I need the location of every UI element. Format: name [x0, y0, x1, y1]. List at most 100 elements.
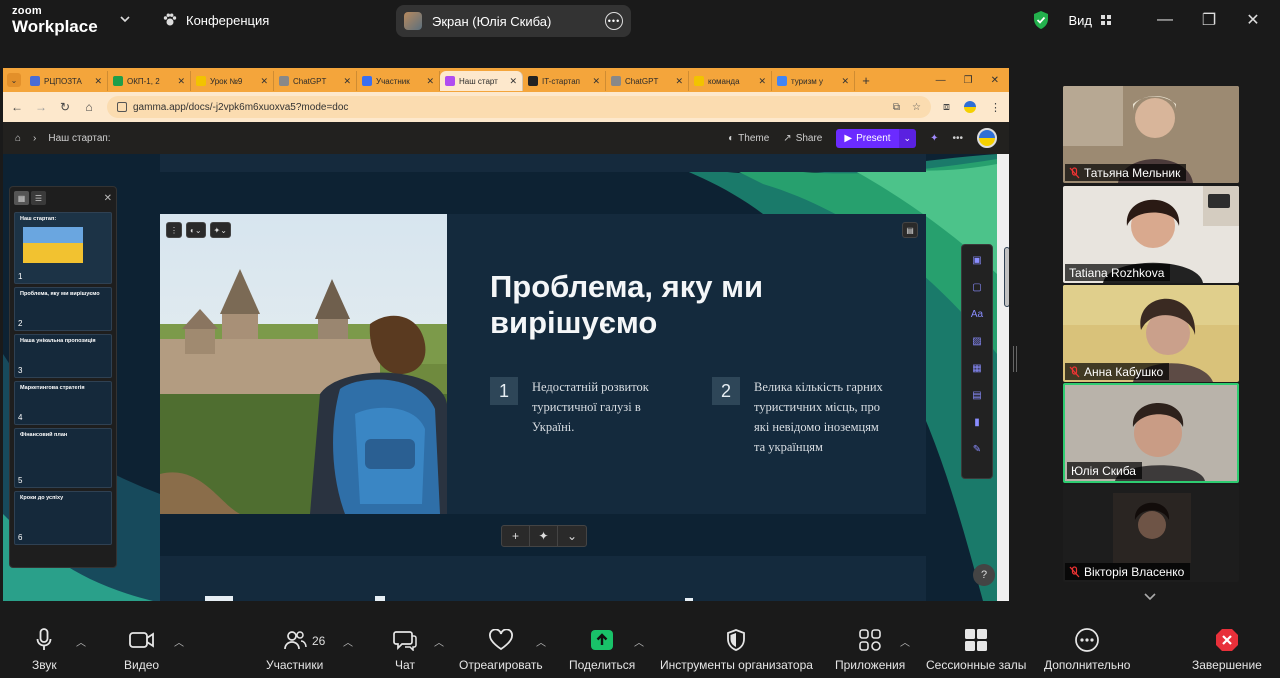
close-tab-icon[interactable]: ✕: [94, 76, 102, 87]
sparkle-icon[interactable]: ✦: [930, 133, 938, 144]
close-tab-icon[interactable]: ✕: [260, 76, 268, 87]
browser-tab[interactable]: РЦПОЗТА ✕: [25, 71, 108, 91]
problem-point[interactable]: 2 Велика кількість гарних туристичних мі…: [712, 377, 890, 457]
site-info-icon[interactable]: [117, 102, 127, 112]
chevron-down-icon[interactable]: [1143, 591, 1157, 603]
participant-tile-active-speaker[interactable]: Юлія Скиба: [1063, 383, 1239, 483]
close-button[interactable]: ✕: [1240, 10, 1266, 30]
browser-tab[interactable]: Наш старт ✕: [440, 71, 523, 91]
bookmark-star-icon[interactable]: ☆: [912, 102, 921, 113]
chat-button[interactable]: Чат: [393, 628, 417, 672]
install-icon[interactable]: ⧉: [893, 102, 900, 113]
home-icon[interactable]: ⌂: [83, 100, 95, 114]
form-icon[interactable]: ✎: [970, 442, 984, 456]
list-view-icon[interactable]: ☰: [31, 191, 46, 205]
close-tab-icon[interactable]: ✕: [675, 76, 683, 87]
close-tab-icon[interactable]: ✕: [841, 76, 849, 87]
scrollbar[interactable]: [997, 154, 1009, 601]
share-options-caret[interactable]: ︿: [634, 634, 644, 649]
participant-tile[interactable]: Tatiana Rozhkova: [1063, 186, 1239, 283]
browser-tab[interactable]: ChatGPT ✕: [606, 71, 689, 91]
restore-button[interactable]: ❐: [1196, 10, 1222, 30]
ai-add-icon[interactable]: ✦: [530, 526, 558, 546]
audio-button[interactable]: Звук: [32, 628, 57, 672]
image-icon[interactable]: ▨: [970, 334, 984, 348]
share-screen-button[interactable]: Поделиться: [569, 628, 635, 672]
close-tab-icon[interactable]: ✕: [426, 76, 434, 87]
close-tab-icon[interactable]: ✕: [758, 76, 766, 87]
apps-options-caret[interactable]: ︿: [900, 634, 910, 649]
url-input[interactable]: gamma.app/docs/-j2vpk6m6xuoxva5?mode=doc…: [107, 96, 931, 118]
ai-edit-icon[interactable]: ✦⌄: [209, 222, 231, 238]
present-dropdown[interactable]: ⌄: [898, 128, 917, 148]
card-layout-icon[interactable]: ▤: [902, 222, 918, 238]
apps-button[interactable]: Приложения: [835, 628, 905, 672]
close-tab-icon[interactable]: ✕: [343, 76, 351, 87]
slide-thumbnail[interactable]: Маркетингова стратегія 4: [14, 381, 112, 425]
meeting-info-button[interactable]: Конференция: [162, 12, 269, 28]
video-options-caret[interactable]: ︿: [174, 634, 184, 649]
tab-search-button[interactable]: ⌄: [3, 68, 25, 92]
embed-icon[interactable]: ▤: [970, 388, 984, 402]
participant-tile[interactable]: Татьяна Мельник: [1063, 86, 1239, 183]
chat-options-caret[interactable]: ︿: [434, 634, 444, 649]
minimize-button[interactable]: —: [936, 75, 946, 86]
host-tools-button[interactable]: Инструменты организатора: [660, 628, 813, 672]
table-icon[interactable]: ▦: [970, 361, 984, 375]
end-meeting-button[interactable]: Завершение: [1192, 628, 1262, 672]
react-options-caret[interactable]: ︿: [536, 634, 546, 649]
browser-menu-icon[interactable]: ⋮: [990, 101, 1001, 114]
chevron-down-icon[interactable]: [118, 12, 132, 26]
forward-icon[interactable]: →: [35, 100, 47, 114]
slide-title[interactable]: Проблема, яку ми вирішуємо: [490, 269, 890, 341]
close-tab-icon[interactable]: ✕: [177, 76, 185, 87]
browser-tab[interactable]: команда ✕: [689, 71, 772, 91]
card-style-icon[interactable]: ◐⌄: [186, 222, 206, 238]
breadcrumb[interactable]: Наш стартап:: [48, 133, 110, 144]
breakout-rooms-button[interactable]: Сессионные залы: [926, 628, 1026, 672]
help-button[interactable]: ?: [973, 564, 995, 586]
slide-card[interactable]: ⋮ ◐⌄ ✦⌄ ▤ Проблема, яку ми вирішуємо 1 Н…: [160, 214, 926, 514]
close-tab-icon[interactable]: ✕: [509, 76, 517, 87]
participants-options-caret[interactable]: ︿: [343, 634, 353, 649]
add-card-icon[interactable]: +: [502, 526, 530, 546]
restore-button[interactable]: ❐: [964, 75, 973, 86]
chevron-down-icon[interactable]: ⌄: [558, 526, 586, 546]
browser-tab[interactable]: Участник ✕: [357, 71, 440, 91]
more-icon[interactable]: •••: [605, 12, 623, 30]
more-button[interactable]: Дополнительно: [1044, 628, 1130, 672]
browser-tab[interactable]: ChatGPT ✕: [274, 71, 357, 91]
slide-thumbnail[interactable]: Фінансовий план 5: [14, 428, 112, 488]
browser-tab[interactable]: Урок №9 ✕: [191, 71, 274, 91]
problem-point[interactable]: 1 Недостатній розвиток туристичної галуз…: [490, 377, 668, 457]
panel-resize-handle[interactable]: [1013, 346, 1017, 372]
home-icon[interactable]: ⌂: [15, 133, 21, 144]
card-add-icon[interactable]: ▣: [970, 253, 984, 267]
reload-icon[interactable]: ↻: [59, 100, 71, 114]
close-button[interactable]: ✕: [991, 75, 999, 86]
participant-tile[interactable]: Вікторія Власенко: [1063, 485, 1239, 582]
back-icon[interactable]: ←: [11, 100, 23, 114]
slide-thumbnail[interactable]: Наш стартап: 1: [14, 212, 112, 284]
participant-tile[interactable]: Анна Кабушко: [1063, 285, 1239, 382]
present-button[interactable]: ▶ Present: [836, 128, 899, 148]
browser-tab[interactable]: IT-стартап ✕: [523, 71, 606, 91]
security-shield-icon[interactable]: [1032, 10, 1050, 30]
react-button[interactable]: Отреагировать: [459, 628, 543, 672]
profile-icon[interactable]: [964, 101, 976, 113]
text-icon[interactable]: Aa: [970, 307, 984, 321]
grid-view-icon[interactable]: ▦: [14, 191, 29, 205]
close-icon[interactable]: ✕: [104, 193, 112, 204]
browser-tab[interactable]: туризм у ✕: [772, 71, 855, 91]
slide-thumbnail[interactable]: Наша унікальна пропозиція 3: [14, 334, 112, 378]
slide-thumbnail[interactable]: Проблема, яку ми вирішуємо 2: [14, 287, 112, 331]
audio-options-caret[interactable]: ︿: [76, 634, 86, 649]
screen-share-indicator[interactable]: Экран (Юлія Скиба) •••: [396, 5, 631, 37]
video-button[interactable]: Видео: [124, 628, 159, 672]
close-tab-icon[interactable]: ✕: [592, 76, 600, 87]
share-button[interactable]: ↗ Share: [783, 133, 822, 144]
theme-button[interactable]: ◐ Theme: [728, 133, 769, 144]
view-menu[interactable]: Вид: [1068, 13, 1112, 28]
browser-tab[interactable]: ОКП-1, 2 ✕: [108, 71, 191, 91]
more-icon[interactable]: •••: [952, 133, 963, 144]
